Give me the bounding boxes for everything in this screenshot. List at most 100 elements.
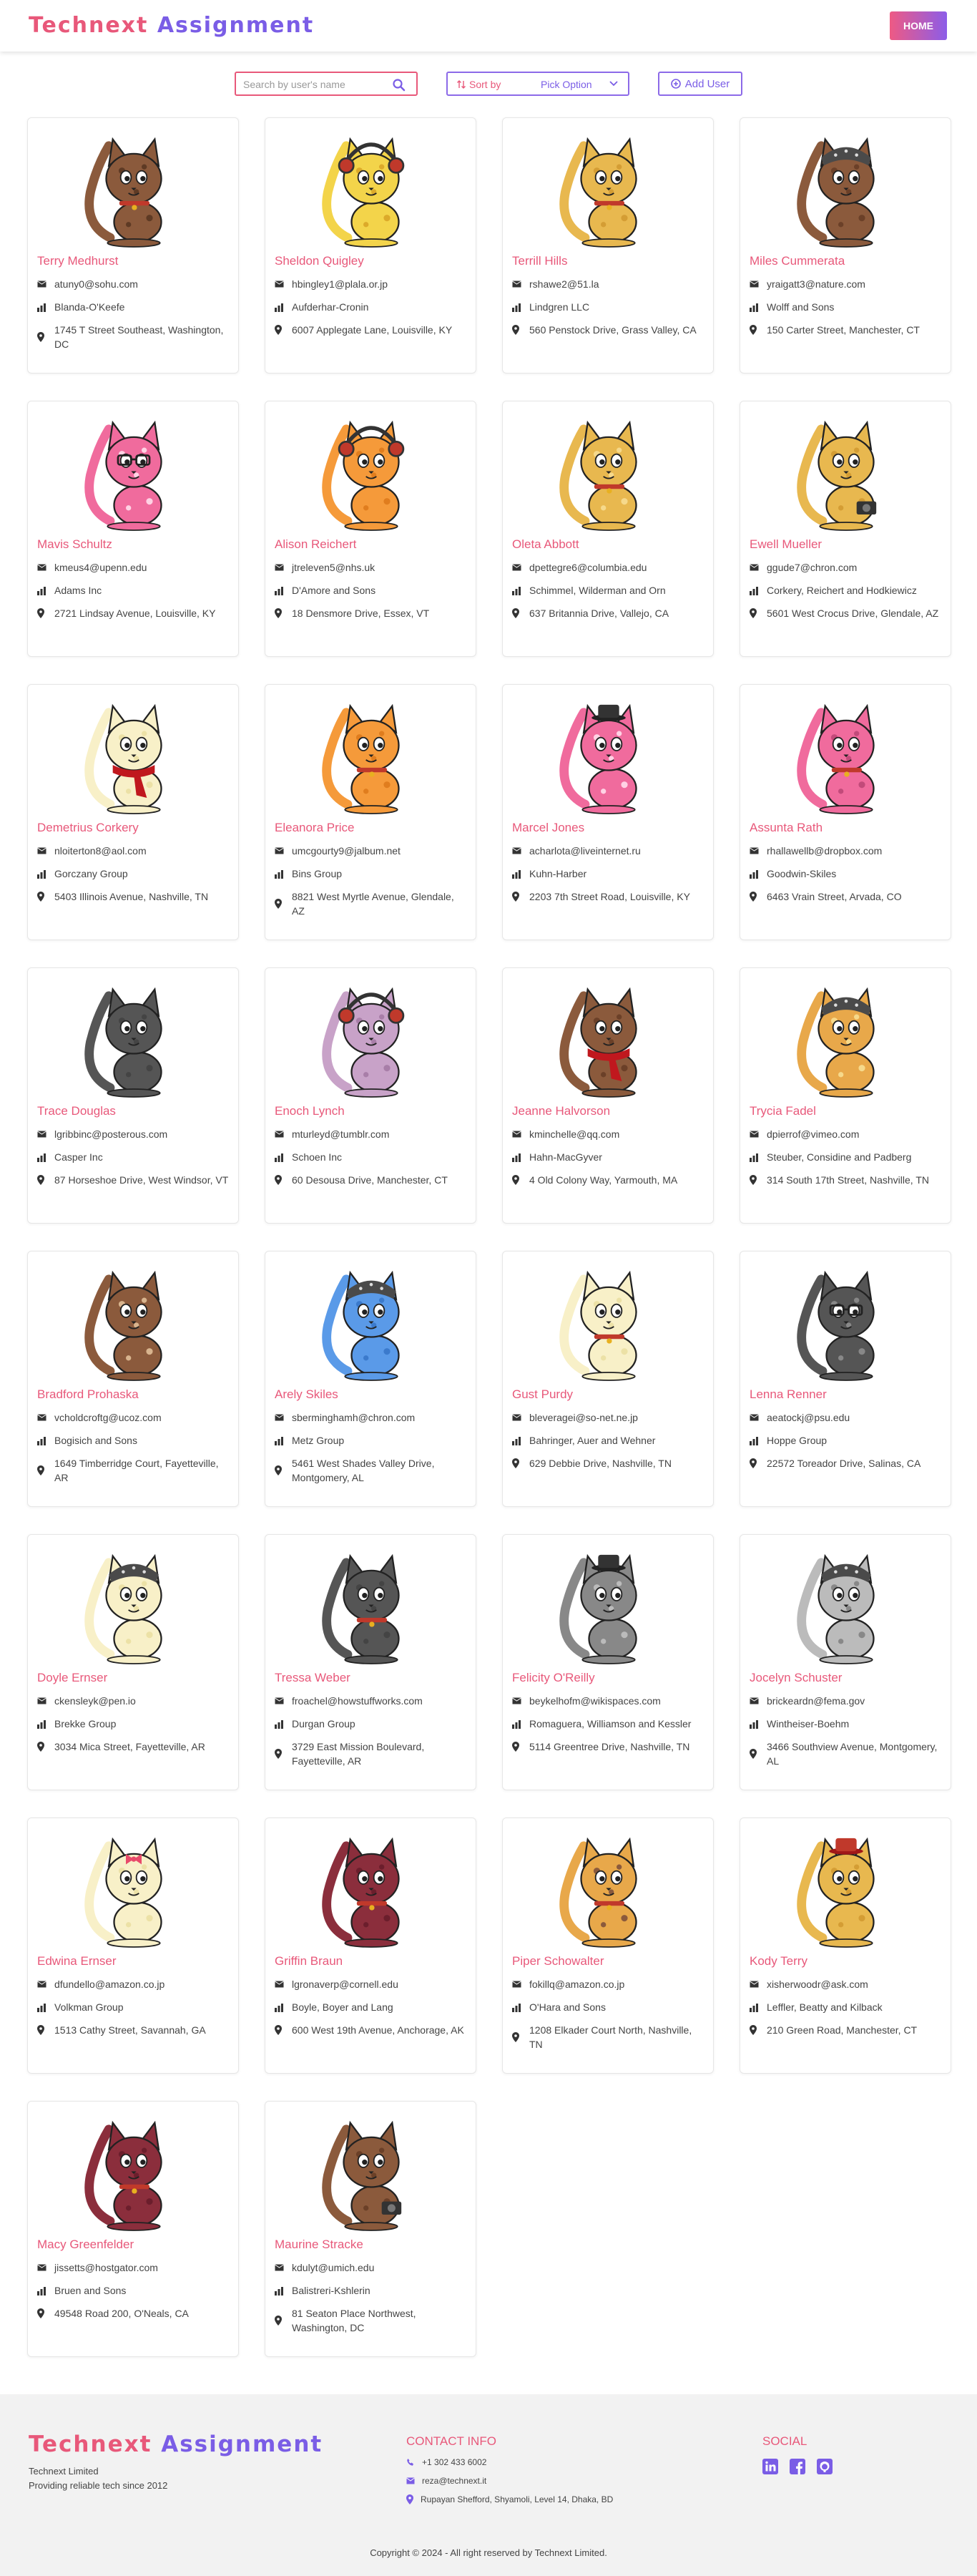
- user-email: jissetts@hostgator.com: [54, 2262, 158, 2273]
- user-card[interactable]: Kody Terry xisherwoodr@ask.com Leffler, Be…: [740, 1818, 951, 2074]
- user-name[interactable]: Arely Skiles: [275, 1387, 338, 1402]
- user-name[interactable]: Maurine Stracke: [275, 2238, 363, 2252]
- user-card[interactable]: Trace Douglas lgribbinc@posterous.com Casp…: [27, 967, 239, 1224]
- user-card[interactable]: Arely Skiles sberminghamh@chron.com Metz G…: [265, 1251, 476, 1507]
- add-user-button[interactable]: Add User: [658, 72, 742, 96]
- user-address-row: 5461 West Shades Valley Drive, Montgomer…: [275, 1456, 468, 1485]
- user-company: Bahringer, Auer and Wehner: [529, 1435, 656, 1446]
- user-company-row: Leffler, Beatty and Kilback: [750, 2000, 943, 2014]
- user-address: 5601 West Crocus Drive, Glendale, AZ: [767, 608, 939, 619]
- user-name[interactable]: Sheldon Quigley: [275, 254, 364, 268]
- user-email: vcholdcroftg@ucoz.com: [54, 1412, 162, 1423]
- user-company: Wintheiser-Boehm: [767, 1718, 850, 1729]
- user-address: 629 Debbie Drive, Nashville, TN: [529, 1458, 672, 1469]
- user-name[interactable]: Macy Greenfelder: [37, 2238, 134, 2252]
- user-name[interactable]: Lenna Renner: [750, 1387, 827, 1402]
- user-name[interactable]: Oleta Abbott: [512, 537, 579, 552]
- user-address: 3729 East Mission Boulevard, Fayettevill…: [292, 1741, 425, 1767]
- user-name[interactable]: Enoch Lynch: [275, 1104, 345, 1118]
- user-company-row: Aufderhar-Cronin: [275, 300, 468, 314]
- user-card[interactable]: Felicity O'Reilly beykelhofm@wikispaces.c…: [502, 1534, 714, 1790]
- company-icon: [750, 2000, 767, 2014]
- user-card[interactable]: Gust Purdy bleveragei@so-net.ne.jp Bahring…: [502, 1251, 714, 1507]
- user-email: sberminghamh@chron.com: [292, 1412, 416, 1423]
- search-icon[interactable]: [392, 78, 406, 92]
- sort-select[interactable]: Sort by Pick Option: [446, 72, 629, 96]
- social-title: SOCIAL: [762, 2434, 807, 2448]
- user-card[interactable]: Assunta Rath rhallawellb@dropbox.com Goodw…: [740, 684, 951, 940]
- user-name[interactable]: Doyle Ernser: [37, 1671, 107, 1685]
- user-address-row: 150 Carter Street, Manchester, CT: [750, 323, 943, 337]
- user-card[interactable]: Macy Greenfelder jissetts@hostgator.com Br…: [27, 2101, 239, 2357]
- user-card[interactable]: Terry Medhurst atuny0@sohu.com Blanda-O'Ke…: [27, 117, 239, 374]
- user-card[interactable]: Bradford Prohaska vcholdcroftg@ucoz.com Bo…: [27, 1251, 239, 1507]
- user-name[interactable]: Griffin Braun: [275, 1954, 343, 1968]
- user-card[interactable]: Jeanne Halvorson kminchelle@qq.com Hahn-Ma…: [502, 967, 714, 1224]
- search-input[interactable]: [243, 77, 386, 92]
- facebook-icon[interactable]: [790, 2459, 805, 2474]
- user-name[interactable]: Trace Douglas: [37, 1104, 116, 1118]
- user-card[interactable]: Jocelyn Schuster brickeardn@fema.gov Winth…: [740, 1534, 951, 1790]
- user-address-row: 3729 East Mission Boulevard, Fayettevill…: [275, 1740, 468, 1768]
- user-name[interactable]: Marcel Jones: [512, 821, 584, 835]
- user-company: Hahn-MacGyver: [529, 1151, 602, 1163]
- user-card[interactable]: Miles Cummerata yraigatt3@nature.com Wolff…: [740, 117, 951, 374]
- user-card[interactable]: Ewell Mueller ggude7@chron.com Corkery, Re…: [740, 401, 951, 657]
- user-address: 2721 Lindsay Avenue, Louisville, KY: [54, 608, 216, 619]
- user-name[interactable]: Alison Reichert: [275, 537, 356, 552]
- user-address-row: 4 Old Colony Way, Yarmouth, MA: [512, 1173, 705, 1187]
- user-name[interactable]: Jeanne Halvorson: [512, 1104, 610, 1118]
- user-name[interactable]: Mavis Schultz: [37, 537, 112, 552]
- user-name[interactable]: Felicity O'Reilly: [512, 1671, 595, 1685]
- user-name[interactable]: Assunta Rath: [750, 821, 823, 835]
- avatar: [308, 119, 434, 248]
- user-name[interactable]: Gust Purdy: [512, 1387, 573, 1402]
- user-card[interactable]: Doyle Ernser ckensleyk@pen.io Brekke Group…: [27, 1534, 239, 1790]
- linkedin-icon[interactable]: [762, 2459, 778, 2474]
- user-name[interactable]: Terry Medhurst: [37, 254, 118, 268]
- user-name[interactable]: Eleanora Price: [275, 821, 355, 835]
- user-name[interactable]: Tressa Weber: [275, 1671, 350, 1685]
- user-card[interactable]: Trycia Fadel dpierrof@vimeo.com Steuber, C…: [740, 967, 951, 1224]
- user-name[interactable]: Demetrius Corkery: [37, 821, 139, 835]
- user-card[interactable]: Piper Schowalter fokillq@amazon.co.jp O'Ha…: [502, 1818, 714, 2074]
- company-icon: [750, 867, 767, 881]
- user-name[interactable]: Bradford Prohaska: [37, 1387, 139, 1402]
- user-card[interactable]: Oleta Abbott dpettegre6@columbia.edu Schim…: [502, 401, 714, 657]
- user-card[interactable]: Eleanora Price umcgourty9@jalbum.net Bins …: [265, 684, 476, 940]
- mail-icon: [512, 560, 529, 575]
- sort-value: Pick Option: [541, 79, 592, 90]
- location-pin-icon: [406, 2494, 413, 2504]
- user-name[interactable]: Miles Cummerata: [750, 254, 845, 268]
- logo[interactable]: Technext Assignment: [29, 13, 314, 38]
- user-name[interactable]: Ewell Mueller: [750, 537, 822, 552]
- home-button[interactable]: HOME: [890, 11, 947, 40]
- user-name[interactable]: Edwina Ernser: [37, 1954, 117, 1968]
- user-email-row: kminchelle@qq.com: [512, 1127, 705, 1141]
- user-card[interactable]: Tressa Weber froachel@howstuffworks.com Du…: [265, 1534, 476, 1790]
- user-card[interactable]: Demetrius Corkery nloiterton8@aol.com Gorc…: [27, 684, 239, 940]
- user-address: 5114 Greentree Drive, Nashville, TN: [529, 1741, 690, 1752]
- contact-email-text[interactable]: reza@technext.it: [422, 2476, 486, 2486]
- company-icon: [512, 300, 529, 314]
- user-card[interactable]: Lenna Renner aeatockj@psu.edu Hoppe Group 2…: [740, 1251, 951, 1507]
- user-card[interactable]: Marcel Jones acharlota@liveinternet.ru Kuh…: [502, 684, 714, 940]
- user-name[interactable]: Piper Schowalter: [512, 1954, 604, 1968]
- user-card[interactable]: Maurine Stracke kdulyt@umich.edu Balistrer…: [265, 2101, 476, 2357]
- user-address: 1745 T Street Southeast, Washington, DC: [54, 324, 224, 350]
- user-name[interactable]: Kody Terry: [750, 1954, 807, 1968]
- user-email-row: brickeardn@fema.gov: [750, 1694, 943, 1708]
- location-pin-icon: [37, 889, 54, 904]
- user-card[interactable]: Griffin Braun lgronaverp@cornell.edu Boyle…: [265, 1818, 476, 2074]
- user-name[interactable]: Trycia Fadel: [750, 1104, 816, 1118]
- user-card[interactable]: Edwina Ernser dfundello@amazon.co.jp Volkm…: [27, 1818, 239, 2074]
- user-card[interactable]: Sheldon Quigley hbingley1@plala.or.jp Aufd…: [265, 117, 476, 374]
- user-card[interactable]: Enoch Lynch mturleyd@tumblr.com Schoen Inc…: [265, 967, 476, 1224]
- user-name[interactable]: Jocelyn Schuster: [750, 1671, 842, 1685]
- user-email-row: yraigatt3@nature.com: [750, 277, 943, 291]
- user-card[interactable]: Alison Reichert jtreleven5@nhs.uk D'Amore …: [265, 401, 476, 657]
- user-card[interactable]: Mavis Schultz kmeus4@upenn.edu Adams Inc 27…: [27, 401, 239, 657]
- user-card[interactable]: Terrill Hills rshawe2@51.la Lindgren LLC 56…: [502, 117, 714, 374]
- github-icon[interactable]: [817, 2459, 833, 2474]
- user-name[interactable]: Terrill Hills: [512, 254, 567, 268]
